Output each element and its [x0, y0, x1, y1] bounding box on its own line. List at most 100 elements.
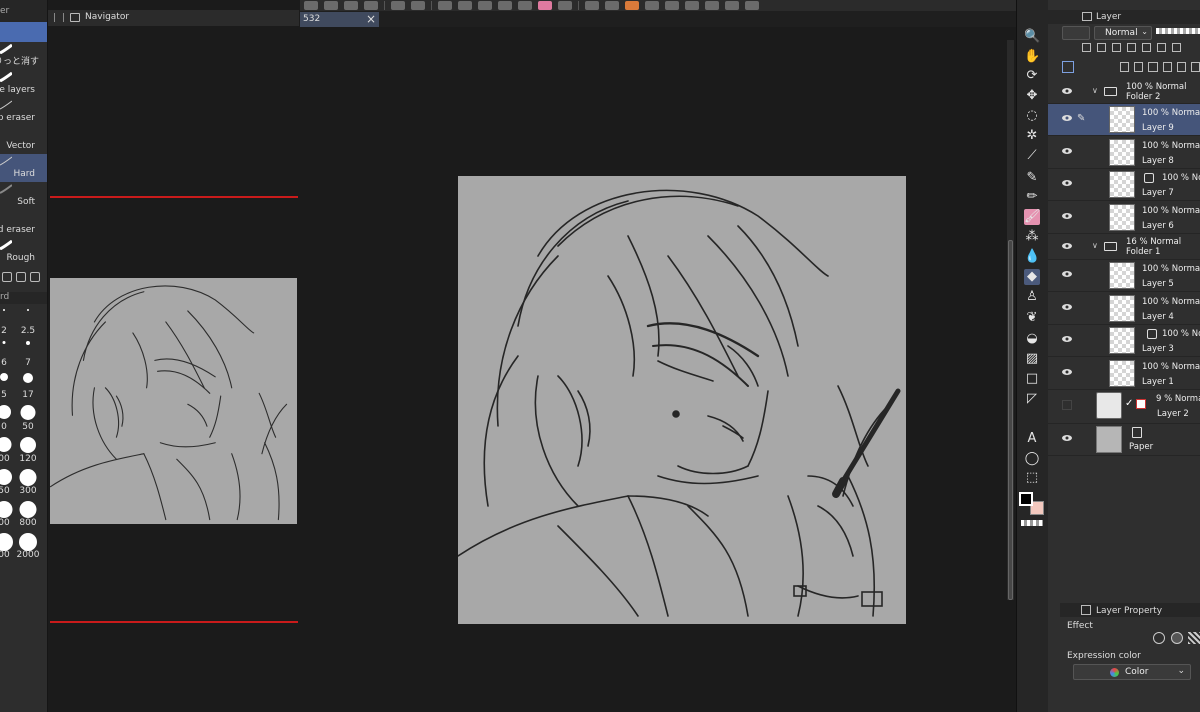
brush-size-cell[interactable]: 2.5	[16, 306, 40, 338]
opacity-slider[interactable]	[1156, 28, 1200, 34]
zoom-icon[interactable]: 🔍	[1024, 29, 1040, 45]
brush-size-cell[interactable]: 50	[0, 466, 16, 498]
layer-row-layer-1[interactable]: 100 % Normal Layer 1	[1048, 358, 1200, 390]
settings-icon[interactable]	[364, 1, 378, 10]
gradient-icon[interactable]: ▨	[1024, 351, 1040, 367]
pencil-icon[interactable]: ✏	[1024, 189, 1040, 205]
new-folder-icon[interactable]	[1148, 62, 1158, 72]
canvas-tab[interactable]: 532 ×	[300, 12, 379, 27]
subtool-item-1[interactable]: りっと消す	[0, 42, 47, 70]
hand-icon[interactable]: ✋	[1024, 49, 1040, 65]
open-icon[interactable]	[324, 1, 338, 10]
stabilizer-icon[interactable]	[685, 1, 699, 10]
grid-icon[interactable]	[645, 1, 659, 10]
navigator-tab[interactable]: Navigator	[48, 10, 299, 26]
scrollbar-thumb[interactable]	[1008, 240, 1013, 600]
mask-layer-icon[interactable]	[1190, 62, 1200, 72]
figure-icon[interactable]: □	[1024, 371, 1040, 387]
subtool-item-2[interactable]: ple layers	[0, 70, 47, 98]
eye-icon[interactable]	[1062, 242, 1072, 250]
layer-row-folder-1[interactable]: ∨ 16 % Normal Folder 1	[1048, 234, 1200, 260]
layer-row-folder-2[interactable]: ∨ 100 % Normal Folder 2	[1048, 80, 1200, 104]
layer-row-layer-6[interactable]: 100 % Normal Layer 6	[1048, 202, 1200, 234]
lock-transparency-icon[interactable]	[1142, 43, 1151, 52]
undo-icon[interactable]	[391, 1, 405, 10]
brush-size-cell[interactable]: 5	[0, 370, 16, 402]
ruler-snap-icon[interactable]	[625, 1, 639, 10]
clear-icon[interactable]	[458, 1, 472, 10]
operation-icon[interactable]: ⬚	[1024, 470, 1040, 486]
brush-size-cell[interactable]: 2	[0, 306, 16, 338]
brush-size-cell[interactable]: 300	[16, 466, 40, 498]
eye-icon[interactable]	[1062, 303, 1072, 311]
brush-size-cell[interactable]: 120	[16, 434, 40, 466]
subtool-item-3[interactable]: ap eraser	[0, 98, 47, 126]
mask-icon[interactable]	[1157, 43, 1166, 52]
canvas-scrollbar[interactable]	[1007, 40, 1014, 600]
eraser-icon[interactable]: ◆	[1024, 269, 1040, 285]
layer-row-layer-7[interactable]: 100 % Normal Layer 7	[1048, 169, 1200, 201]
clip-icon[interactable]	[1082, 43, 1091, 52]
graph-icon[interactable]	[705, 1, 719, 10]
layer-row-layer-3[interactable]: 100 % Normal Layer 3	[1048, 325, 1200, 357]
balloon-icon[interactable]: ◯	[1024, 451, 1040, 467]
tone-icon[interactable]	[1188, 632, 1200, 644]
close-icon[interactable]: ×	[366, 12, 376, 26]
loading-icon[interactable]	[438, 1, 452, 10]
new-vector-layer-icon[interactable]	[1134, 62, 1144, 72]
brush-size-cell[interactable]: 17	[16, 370, 40, 402]
eyedropper-icon[interactable]: ⟋	[1024, 148, 1040, 164]
border-effect-icon[interactable]	[1153, 632, 1165, 644]
layer-row-layer-4[interactable]: 100 % Normal Layer 4	[1048, 293, 1200, 325]
draft-icon[interactable]	[1112, 43, 1121, 52]
brush-size-cell[interactable]: 800	[16, 498, 40, 530]
blend-mode-select[interactable]: Normal ⌄	[1094, 26, 1152, 40]
pen-pressure-icon[interactable]	[665, 1, 679, 10]
subtool-item-top[interactable]	[0, 22, 47, 42]
expression-color-select[interactable]: Color ⌄	[1073, 664, 1191, 680]
watercolor-icon[interactable]: 💧	[1024, 249, 1040, 265]
transform-icon[interactable]	[478, 1, 492, 10]
transparent-color-swatch[interactable]	[1021, 520, 1043, 526]
eye-icon[interactable]	[1062, 87, 1072, 95]
move-icon[interactable]: ✥	[1024, 88, 1040, 104]
eye-icon[interactable]	[1062, 212, 1072, 220]
merge-down-icon[interactable]	[1176, 62, 1186, 72]
layer-color-button[interactable]	[1062, 26, 1090, 40]
lock-icon[interactable]	[1127, 43, 1136, 52]
eye-icon[interactable]	[1062, 147, 1072, 155]
navigator-preview[interactable]	[50, 278, 297, 524]
trash-icon[interactable]	[30, 272, 40, 282]
brush-size-cell[interactable]: 00	[0, 498, 16, 530]
deselect-icon[interactable]	[498, 1, 512, 10]
transfer-down-icon[interactable]	[1162, 62, 1172, 72]
subtool-item-7[interactable]: ed eraser	[0, 210, 47, 238]
eye-icon[interactable]	[1062, 179, 1072, 187]
text-icon[interactable]: A	[1024, 431, 1040, 447]
decoration-icon[interactable]: ❦	[1024, 310, 1040, 326]
navigator-view-frame-bottom[interactable]	[50, 621, 298, 623]
brush-size-cell[interactable]: 7	[16, 338, 40, 370]
menu-icon[interactable]	[725, 1, 739, 10]
layer-row-layer-2[interactable]: ✓ 9 % Normal Layer 2	[1048, 390, 1200, 424]
ruler-icon[interactable]	[1172, 43, 1181, 52]
help-icon[interactable]	[745, 1, 759, 10]
subtool-item-6[interactable]: Soft	[0, 182, 47, 210]
subtool-item-4[interactable]: Vector	[0, 126, 47, 154]
brush-size-cell[interactable]: 50	[16, 402, 40, 434]
layer-mode-icon[interactable]	[1062, 61, 1074, 73]
main-color-swatch[interactable]	[1019, 492, 1033, 506]
chevron-down-icon[interactable]: ∨	[1092, 86, 1098, 95]
lasso-icon[interactable]: ◌	[1024, 108, 1040, 124]
brush-size-cell[interactable]: 00	[0, 434, 16, 466]
layer-tab[interactable]: Layer	[1078, 10, 1121, 24]
hidden-visibility-box[interactable]	[1062, 400, 1072, 410]
save-icon[interactable]	[344, 1, 358, 10]
subtool-item-8[interactable]: Rough	[0, 238, 47, 266]
layer-row-paper[interactable]: Paper	[1048, 424, 1200, 456]
fill-icon[interactable]: ◒	[1024, 331, 1040, 347]
extract-line-icon[interactable]	[1171, 632, 1183, 644]
copy-icon[interactable]	[16, 272, 26, 282]
eye-icon[interactable]	[1062, 368, 1072, 376]
canvas-artwork[interactable]	[458, 176, 906, 624]
